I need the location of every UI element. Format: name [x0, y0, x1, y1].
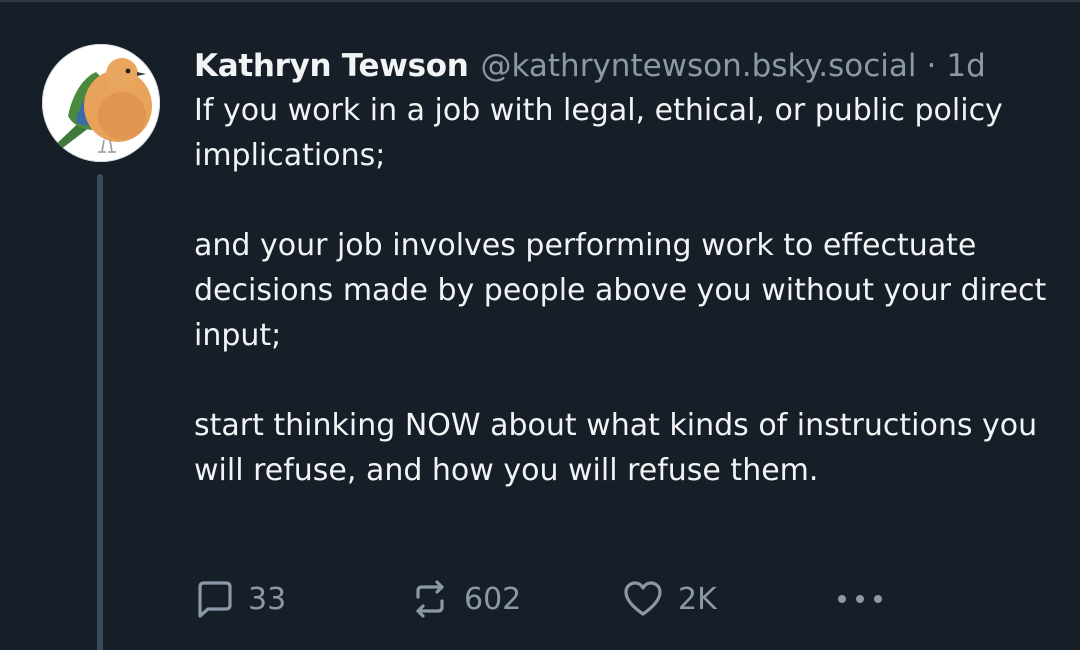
post-paragraph-2: and your job involves performing work to…	[194, 228, 1047, 353]
speech-bubble-icon	[194, 579, 234, 619]
repost-count: 602	[464, 581, 522, 617]
separator-dot: ·	[926, 48, 937, 84]
repost-arrows-icon	[410, 579, 450, 619]
more-options-button[interactable]	[836, 574, 884, 624]
reply-count: 33	[248, 581, 287, 617]
post-paragraph-1: If you work in a job with legal, ethical…	[194, 93, 1003, 173]
bird-illustration-avatar	[52, 58, 152, 153]
post-actions: 33 602 2K	[194, 574, 914, 624]
post-card[interactable]: Kathryn Tewson @kathryntewson.bsky.socia…	[0, 0, 1080, 650]
author-avatar[interactable]	[42, 44, 160, 162]
author-handle[interactable]: @kathryntewson.bsky.social	[481, 44, 917, 88]
thread-line	[97, 174, 103, 650]
reply-button[interactable]: 33	[194, 574, 286, 624]
repost-button[interactable]: 602	[410, 574, 521, 624]
like-button[interactable]: 2K	[622, 574, 717, 624]
heart-icon	[622, 579, 664, 619]
post-text: If you work in a job with legal, ethical…	[194, 88, 1054, 493]
ellipsis-icon	[836, 589, 884, 609]
post-timestamp[interactable]: 1d	[946, 44, 985, 88]
post-content: Kathryn Tewson @kathryntewson.bsky.socia…	[194, 44, 1054, 493]
post-header: Kathryn Tewson @kathryntewson.bsky.socia…	[194, 44, 1054, 88]
post-paragraph-3: start thinking NOW about what kinds of i…	[194, 408, 1038, 488]
like-count: 2K	[678, 581, 717, 617]
author-name[interactable]: Kathryn Tewson	[194, 44, 469, 88]
